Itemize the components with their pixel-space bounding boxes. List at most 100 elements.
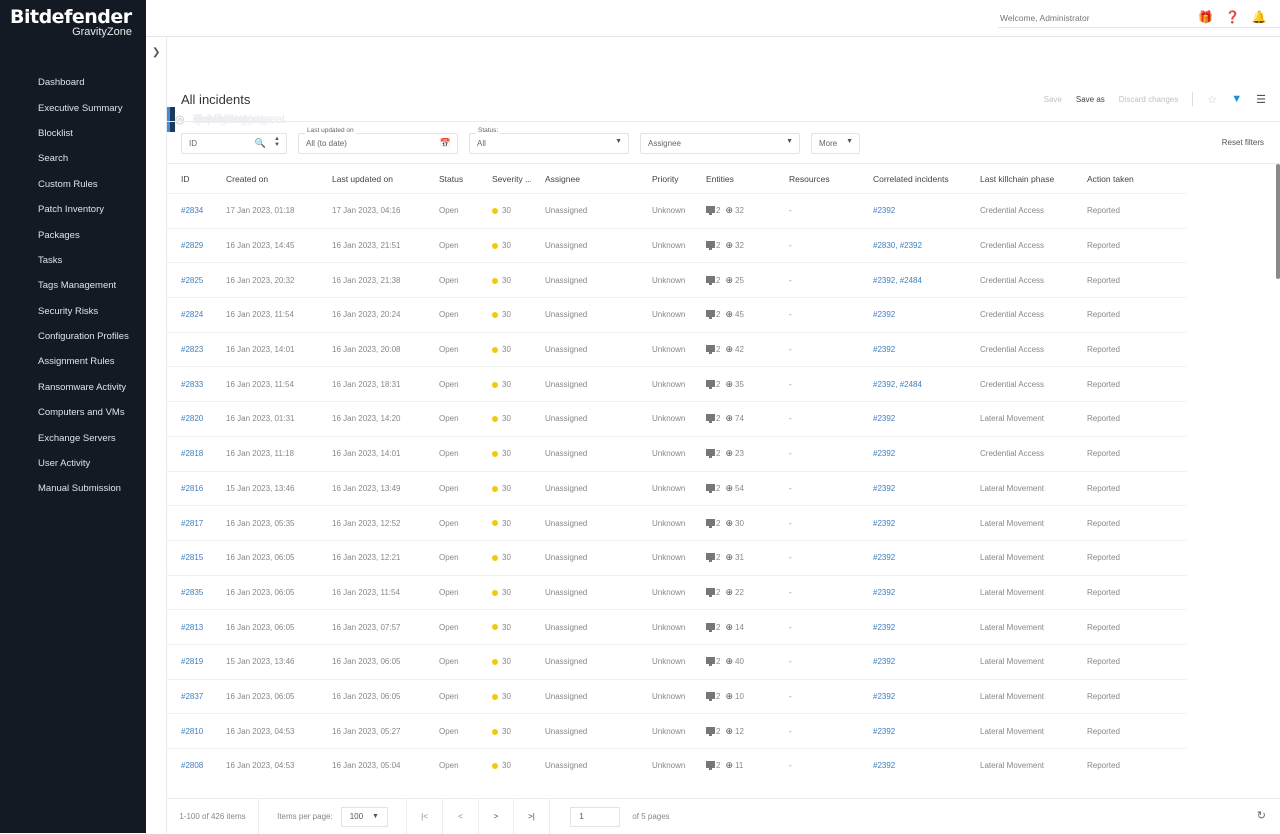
table-row[interactable]: #281016 Jan 2023, 04:5316 Jan 2023, 05:2… [167, 713, 1187, 748]
page-number-input[interactable]: 1 [570, 807, 620, 827]
table-row[interactable]: #280816 Jan 2023, 04:5316 Jan 2023, 05:0… [167, 748, 1187, 783]
correlated-incidents-link[interactable]: #2392, #2484 [859, 380, 966, 389]
incident-id-link[interactable]: #2817 [167, 519, 212, 528]
vertical-scrollbar[interactable] [1276, 164, 1280, 279]
correlated-incidents-link[interactable]: #2392 [859, 484, 966, 493]
search-icon[interactable]: 🔍 [255, 138, 266, 149]
calendar-icon[interactable]: 📅 [440, 138, 451, 149]
incident-id-link[interactable]: #2816 [167, 484, 212, 493]
correlated-incidents-link[interactable]: #2392 [859, 414, 966, 423]
correlated-incidents-link[interactable]: #2392 [859, 449, 966, 458]
more-filters-button[interactable]: More ▼ [811, 133, 860, 154]
sidebar-item-manual-submission[interactable]: Manual Submission [0, 476, 146, 501]
column-header[interactable]: Status [425, 174, 478, 184]
table-row[interactable]: #282916 Jan 2023, 14:4516 Jan 2023, 21:5… [167, 228, 1187, 263]
correlated-incidents-link[interactable]: #2392 [859, 553, 966, 562]
sidebar-item-custom-rules[interactable]: Custom Rules [0, 172, 146, 197]
incident-id-link[interactable]: #2833 [167, 380, 212, 389]
column-header[interactable]: Last updated on [318, 174, 425, 184]
sidebar-item-configuration-profiles[interactable]: Configuration Profiles [0, 324, 146, 349]
column-header[interactable]: Severity ... [478, 174, 531, 184]
column-settings-icon[interactable]: ☰ [1256, 93, 1266, 106]
correlated-incidents-link[interactable]: #2392 [859, 657, 966, 666]
column-header[interactable]: Last killchain phase [966, 174, 1073, 184]
incident-id-link[interactable]: #2835 [167, 588, 212, 597]
incident-id-link[interactable]: #2834 [167, 206, 212, 215]
table-row[interactable]: #281615 Jan 2023, 13:4616 Jan 2023, 13:4… [167, 471, 1187, 506]
incident-id-link[interactable]: #2820 [167, 414, 212, 423]
column-header[interactable]: Entities [692, 174, 775, 184]
sidebar-item-tasks[interactable]: Tasks [0, 248, 146, 273]
prev-page-button[interactable]: < [443, 799, 479, 834]
correlated-incidents-link[interactable]: #2392 [859, 588, 966, 597]
table-row[interactable]: #282416 Jan 2023, 11:5416 Jan 2023, 20:2… [167, 297, 1187, 332]
last-page-button[interactable]: >| [514, 799, 550, 834]
column-header[interactable]: ID [167, 174, 212, 184]
sidebar-item-user-activity[interactable]: User Activity [0, 451, 146, 476]
table-row[interactable]: #283316 Jan 2023, 11:5416 Jan 2023, 18:3… [167, 366, 1187, 401]
incident-id-link[interactable]: #2829 [167, 241, 212, 250]
table-row[interactable]: #282016 Jan 2023, 01:3116 Jan 2023, 14:2… [167, 401, 1187, 436]
sidebar-item-tags-management[interactable]: Tags Management [0, 273, 146, 298]
correlated-incidents-link[interactable]: #2392 [859, 623, 966, 632]
assignee-filter[interactable]: Assignee ▼ [640, 133, 800, 154]
incident-id-link[interactable]: #2824 [167, 310, 212, 319]
save-button[interactable]: Save [1044, 95, 1062, 104]
table-row[interactable]: #282316 Jan 2023, 14:0116 Jan 2023, 20:0… [167, 332, 1187, 367]
bell-icon[interactable]: 🔔 [1252, 10, 1267, 24]
sidebar-item-exchange-servers[interactable]: Exchange Servers [0, 425, 146, 450]
reset-filters-button[interactable]: Reset filters [1222, 138, 1264, 147]
incident-id-link[interactable]: #2823 [167, 345, 212, 354]
correlated-incidents-link[interactable]: #2392 [859, 727, 966, 736]
next-page-button[interactable]: > [479, 799, 514, 834]
correlated-incidents-link[interactable]: #2392, #2484 [859, 276, 966, 285]
refresh-icon[interactable]: ↻ [1257, 809, 1266, 822]
gift-icon[interactable]: 🎁 [1198, 10, 1213, 24]
sidebar-item-ransomware-activity[interactable]: Ransomware Activity [0, 375, 146, 400]
table-row[interactable]: #281816 Jan 2023, 11:1816 Jan 2023, 14:0… [167, 436, 1187, 471]
column-header[interactable]: Correlated incidents [859, 174, 966, 184]
correlated-incidents-link[interactable]: #2392 [859, 206, 966, 215]
star-icon[interactable]: ☆ [1207, 93, 1217, 106]
filter-icon[interactable]: ▼ [1231, 93, 1242, 105]
first-page-button[interactable]: |< [407, 799, 443, 834]
correlated-incidents-link[interactable]: #2830, #2392 [859, 241, 966, 250]
save-as-button[interactable]: Save as [1076, 95, 1105, 104]
column-header[interactable]: Action taken [1073, 174, 1173, 184]
sidebar-item-assignment-rules[interactable]: Assignment Rules [0, 349, 146, 374]
last-updated-filter[interactable]: Last updated on All (to date) 📅 [298, 133, 458, 154]
expand-panel-icon[interactable]: ❯ [152, 47, 160, 58]
sidebar-item-packages[interactable]: Packages [0, 222, 146, 247]
table-row[interactable]: #281516 Jan 2023, 06:0516 Jan 2023, 12:2… [167, 540, 1187, 575]
incident-id-link[interactable]: #2808 [167, 761, 212, 770]
incident-id-link[interactable]: #2815 [167, 553, 212, 562]
incident-id-link[interactable]: #2837 [167, 692, 212, 701]
sidebar-item-computers-and-vms[interactable]: Computers and VMs [0, 400, 146, 425]
sidebar-item-dashboard[interactable]: Dashboard [0, 70, 146, 95]
table-row[interactable]: #281316 Jan 2023, 06:0516 Jan 2023, 07:5… [167, 609, 1187, 644]
stepper-icon[interactable]: ▲▼ [274, 136, 280, 148]
per-page-select[interactable]: 100 ▼ [341, 807, 388, 827]
correlated-incidents-link[interactable]: #2392 [859, 345, 966, 354]
column-header[interactable]: Resources [775, 174, 859, 184]
sidebar-item-security-risks[interactable]: Security Risks [0, 299, 146, 324]
table-row[interactable]: #281915 Jan 2023, 13:4616 Jan 2023, 06:0… [167, 644, 1187, 679]
table-row[interactable]: #283716 Jan 2023, 06:0516 Jan 2023, 06:0… [167, 679, 1187, 714]
incident-id-link[interactable]: #2819 [167, 657, 212, 666]
incident-id-link[interactable]: #2813 [167, 623, 212, 632]
column-header[interactable]: Created on [212, 174, 318, 184]
help-icon[interactable]: ❓ [1225, 10, 1240, 24]
correlated-incidents-link[interactable]: #2392 [859, 692, 966, 701]
correlated-incidents-link[interactable]: #2392 [859, 310, 966, 319]
incident-id-link[interactable]: #2818 [167, 449, 212, 458]
logo[interactable]: Bitdefender GravityZone [10, 6, 140, 38]
sidebar-item-patch-inventory[interactable]: Patch Inventory [0, 197, 146, 222]
table-row[interactable]: #283417 Jan 2023, 01:1817 Jan 2023, 04:1… [167, 193, 1187, 228]
sidebar-item-blocklist[interactable]: Blocklist [0, 121, 146, 146]
correlated-incidents-link[interactable]: #2392 [859, 519, 966, 528]
sidebar-item-search[interactable]: Search [0, 146, 146, 171]
discard-changes-button[interactable]: Discard changes [1119, 95, 1179, 104]
table-row[interactable]: #283516 Jan 2023, 06:0516 Jan 2023, 11:5… [167, 575, 1187, 610]
column-header[interactable]: Assignee [531, 174, 638, 184]
incident-id-link[interactable]: #2825 [167, 276, 212, 285]
